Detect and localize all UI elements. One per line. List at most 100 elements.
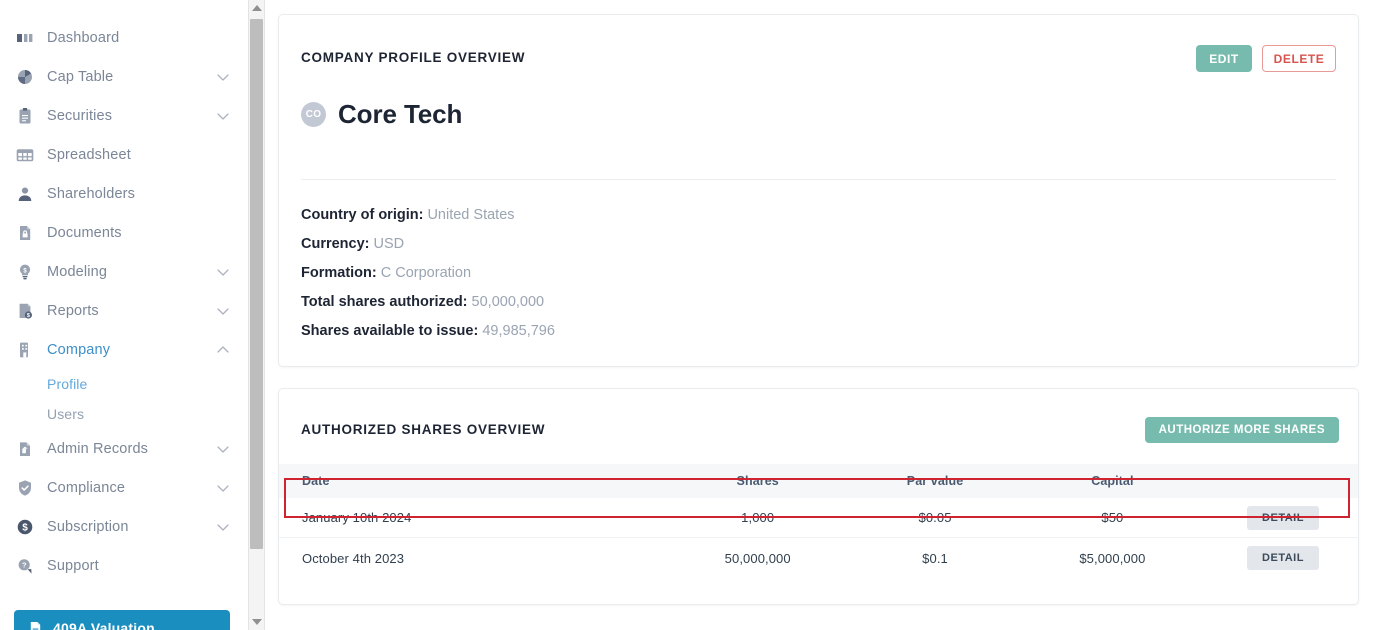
sidebar-subitem-users[interactable]: Users — [0, 399, 248, 429]
sidebar-item-admin-records[interactable]: Admin Records — [0, 429, 248, 468]
document-lock-icon — [14, 223, 36, 243]
authorized-shares-card: AUTHORIZED SHARES OVERVIEW AUTHORIZE MOR… — [278, 387, 1359, 605]
column-header: Capital — [1091, 473, 1134, 488]
sidebar-item-spreadsheet[interactable]: Spreadsheet — [0, 135, 248, 174]
sidebar-item-shareholders[interactable]: Shareholders — [0, 174, 248, 213]
cell-par-value: $0.1 — [922, 550, 948, 566]
detail-button[interactable]: DETAIL — [1247, 505, 1319, 530]
profile-card-header: COMPANY PROFILE OVERVIEW EDIT DELETE — [301, 15, 1336, 72]
table-header-row: Date Shares Par value Capital — [279, 463, 1358, 498]
app-root: Dashboard Cap Table Securities Spreadsheet S… — [0, 0, 1378, 630]
avatar: CO — [301, 102, 326, 127]
sidebar-item-label: Modeling — [47, 263, 108, 280]
company-profile-card: COMPANY PROFILE OVERVIEW EDIT DELETE CO … — [278, 14, 1359, 367]
fact-label: Currency: — [301, 235, 370, 252]
user-icon — [14, 184, 36, 204]
chevron-down-icon[interactable] — [217, 71, 229, 82]
fact-row: Country of origin: United States — [301, 207, 1336, 224]
sidebar-item-label: Dashboard — [47, 29, 120, 46]
chevron-down-icon[interactable] — [217, 443, 229, 454]
authorize-more-shares-button[interactable]: AUTHORIZE MORE SHARES — [1144, 416, 1339, 443]
page-title: COMPANY PROFILE OVERVIEW — [301, 50, 526, 65]
sidebar-subitem-label: Users — [47, 406, 85, 422]
scrollbar-down-arrow[interactable] — [249, 614, 264, 630]
edit-button[interactable]: EDIT — [1196, 45, 1252, 72]
fact-label: Total shares authorized: — [301, 293, 468, 310]
column-header — [1208, 464, 1358, 498]
sidebar-item-label: Shareholders — [47, 185, 136, 202]
scrollbar-up-arrow[interactable] — [249, 0, 264, 16]
delete-button[interactable]: DELETE — [1262, 45, 1336, 72]
company-facts-list: Country of origin: United States Currency… — [301, 207, 1336, 340]
sidebar-item-subscription[interactable]: $ Subscription — [0, 507, 248, 546]
profile-actions: EDIT DELETE — [1196, 45, 1336, 72]
detail-button[interactable]: DETAIL — [1247, 546, 1319, 571]
sidebar-item-label: Company — [47, 341, 111, 358]
sidebar-item-support[interactable]: ? Support — [0, 546, 248, 585]
svg-text:$: $ — [22, 522, 28, 533]
scrollbar-thumb[interactable] — [250, 19, 263, 549]
fact-row: Total shares authorized: 50,000,000 — [301, 294, 1336, 311]
dollar-circle-icon: $ — [14, 517, 36, 537]
building-icon — [14, 340, 36, 360]
column-header: Par value — [906, 473, 964, 488]
sidebar: Dashboard Cap Table Securities Spreadsheet S… — [0, 0, 248, 630]
cell-date: October 4th 2023 — [302, 550, 405, 566]
sidebar-item-securities[interactable]: Securities — [0, 96, 248, 135]
company-identity: CO Core Tech — [301, 99, 1336, 130]
cell-shares: 50,000,000 — [724, 550, 791, 566]
chevron-up-icon[interactable] — [217, 344, 229, 355]
column-header: Date — [302, 473, 330, 488]
sidebar-item-label: Spreadsheet — [47, 146, 131, 163]
sidebar-subitem-profile[interactable]: Profile — [0, 369, 248, 399]
fact-row: Shares available to issue: 49,985,796 — [301, 323, 1336, 340]
table-head: Date Shares Par value Capital — [279, 463, 1358, 498]
sidebar-item-modeling[interactable]: $ Modeling — [0, 252, 248, 291]
shield-check-icon — [14, 478, 36, 498]
sidebar-item-documents[interactable]: Documents — [0, 213, 248, 252]
fact-value: 49,985,796 — [482, 322, 555, 339]
cell-capital: $50 — [1101, 510, 1124, 526]
report-money-icon: $ — [14, 301, 36, 321]
shares-section-title: AUTHORIZED SHARES OVERVIEW — [301, 421, 546, 437]
cell-action: DETAIL — [1208, 538, 1358, 578]
sidebar-item-reports[interactable]: $ Reports — [0, 291, 248, 330]
chevron-down-icon[interactable] — [217, 266, 229, 277]
table-row[interactable]: January 10th 2024 1,000 $0.05 $50 DETAIL — [279, 498, 1358, 538]
sidebar-item-dashboard[interactable]: Dashboard — [0, 18, 248, 57]
sidebar-item-label: Compliance — [47, 479, 126, 496]
sidebar-subitem-label: Profile — [47, 376, 88, 392]
triangle-up-icon — [251, 5, 262, 11]
company-name: Core Tech — [338, 99, 463, 129]
main-content: COMPANY PROFILE OVERVIEW EDIT DELETE CO … — [265, 0, 1378, 630]
sidebar-cta-409a-valuation[interactable]: 409A Valuation — [14, 610, 230, 630]
content-scrollbar[interactable] — [248, 0, 265, 630]
sidebar-item-company[interactable]: Company — [0, 330, 248, 369]
lightbulb-icon: $ — [14, 262, 36, 282]
chevron-down-icon[interactable] — [217, 521, 229, 532]
sidebar-item-label: Securities — [47, 107, 113, 124]
cell-shares: 1,000 — [741, 510, 775, 526]
chevron-down-icon[interactable] — [217, 305, 229, 316]
pie-chart-icon — [14, 67, 36, 87]
support-chat-icon: ? — [14, 556, 36, 576]
table-body: January 10th 2024 1,000 $0.05 $50 DETAIL Octo… — [279, 498, 1358, 578]
table-icon — [14, 145, 36, 165]
fact-value: USD — [373, 235, 405, 252]
column-header: Shares — [736, 473, 779, 488]
sidebar-item-compliance[interactable]: Compliance — [0, 468, 248, 507]
table-row[interactable]: October 4th 2023 50,000,000 $0.1 $5,000,000… — [279, 537, 1358, 578]
fact-label: Shares available to issue: — [301, 322, 479, 339]
sidebar-item-label: Reports — [47, 302, 99, 319]
chevron-down-icon[interactable] — [217, 482, 229, 493]
sidebar-cta-label: 409A Valuation — [53, 620, 155, 630]
chevron-down-icon[interactable] — [217, 110, 229, 121]
fact-row: Formation: C Corporation — [301, 265, 1336, 282]
sidebar-item-cap-table[interactable]: Cap Table — [0, 57, 248, 96]
svg-text:$: $ — [27, 313, 30, 319]
clipboard-icon — [14, 106, 36, 126]
svg-text:?: ? — [22, 560, 27, 569]
section-divider — [301, 179, 1336, 180]
authorized-shares-table: Date Shares Par value Capital January 10th … — [279, 463, 1358, 578]
cell-capital: $5,000,000 — [1079, 550, 1146, 566]
